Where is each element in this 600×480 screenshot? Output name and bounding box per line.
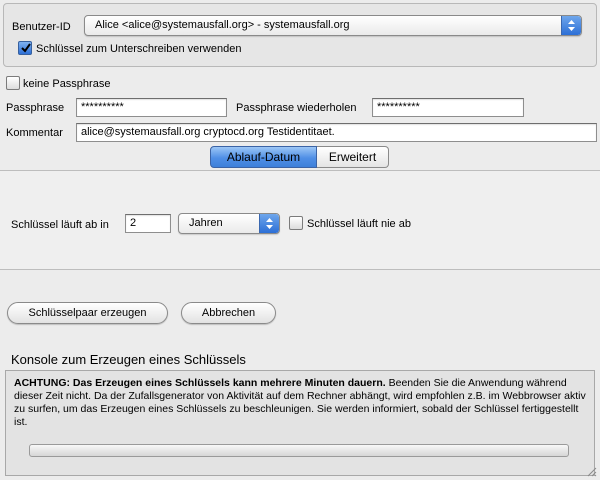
never-expires-checkbox[interactable] [289, 216, 303, 230]
passphrase-field[interactable]: ********** [76, 98, 227, 117]
comment-label: Kommentar [6, 127, 63, 139]
expiry-unit-popup[interactable]: Jahren [178, 213, 280, 234]
console-text: ACHTUNG: Das Erzeugen eines Schlüssels k… [14, 377, 588, 429]
updown-arrows-icon [561, 16, 581, 35]
use-for-signing-label: Schlüssel zum Unterschreiben verwenden [36, 43, 242, 55]
expiry-amount-field[interactable]: 2 [125, 214, 171, 233]
tab-expiry-date[interactable]: Ablauf-Datum [210, 146, 317, 168]
user-id-label: Benutzer-ID [12, 21, 71, 33]
use-for-signing-checkbox[interactable] [18, 41, 32, 55]
expires-in-label: Schlüssel läuft ab in [11, 219, 109, 231]
user-id-value: Alice <alice@systemausfall.org> - system… [95, 19, 350, 31]
progress-bar [29, 444, 569, 457]
console-warning-bold: ACHTUNG: Das Erzeugen eines Schlüssels k… [14, 377, 386, 389]
generate-keypair-button[interactable]: Schlüsselpaar erzeugen [7, 302, 168, 324]
user-id-popup[interactable]: Alice <alice@systemausfall.org> - system… [84, 15, 582, 36]
repeat-passphrase-field[interactable]: ********** [372, 98, 524, 117]
comment-field[interactable]: alice@systemausfall.org cryptocd.org Tes… [76, 123, 597, 142]
passphrase-label: Passphrase [6, 102, 65, 114]
expiry-unit-value: Jahren [189, 217, 223, 229]
console-box: ACHTUNG: Das Erzeugen eines Schlüssels k… [5, 370, 595, 476]
console-title: Konsole zum Erzeugen eines Schlüssels [11, 352, 246, 367]
checkmark-icon [21, 43, 31, 53]
no-passphrase-checkbox[interactable] [6, 76, 20, 90]
cancel-button[interactable]: Abbrechen [181, 302, 276, 324]
repeat-passphrase-label: Passphrase wiederholen [236, 102, 357, 114]
never-expires-label: Schlüssel läuft nie ab [307, 218, 411, 230]
tab-advanced[interactable]: Erweitert [317, 146, 389, 168]
no-passphrase-label: keine Passphrase [23, 78, 111, 90]
updown-arrows-icon [259, 214, 279, 233]
resize-grip-icon[interactable] [585, 465, 597, 477]
